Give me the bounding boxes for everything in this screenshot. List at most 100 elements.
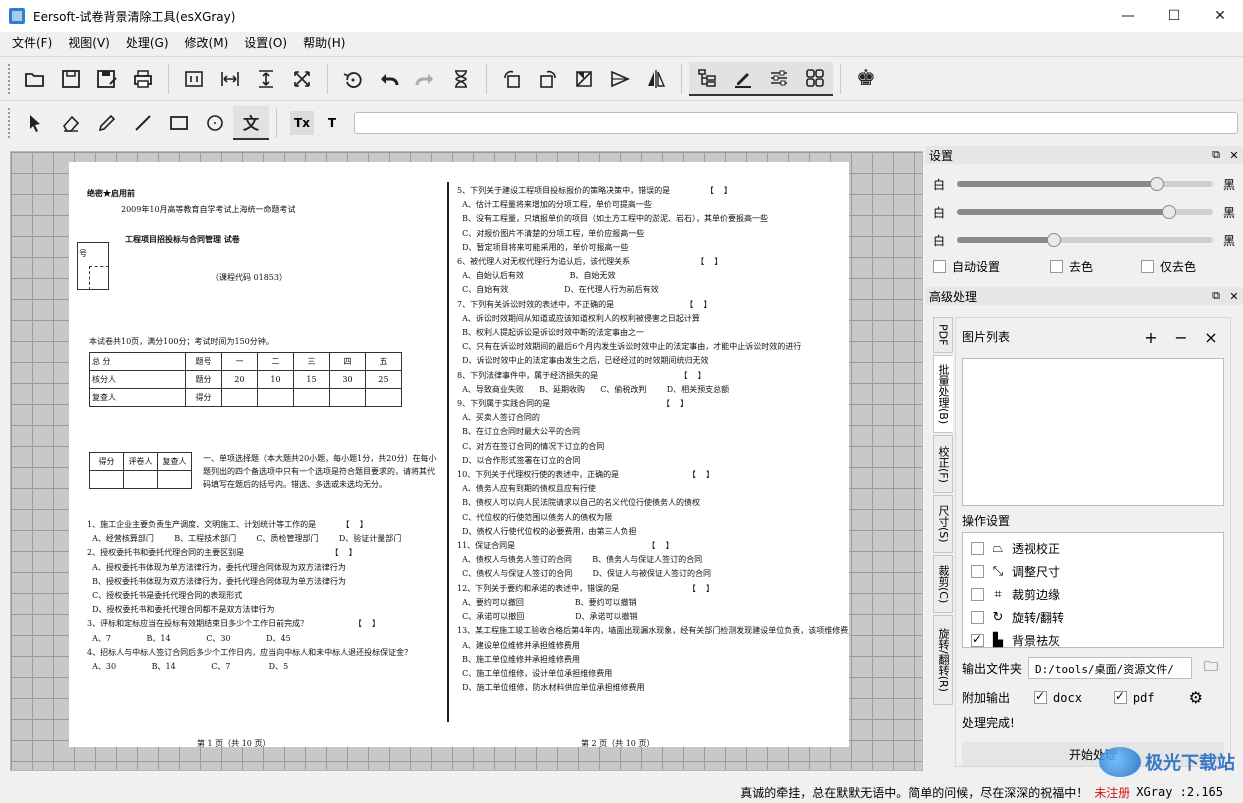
- watermark: 极光下载站: [1099, 747, 1235, 777]
- done-text: 处理完成!: [962, 716, 1015, 730]
- score-table: 总 分 题号 一 二 三 四 五 核分人 题分 20 10 15 30 25 复…: [89, 352, 402, 407]
- close-button[interactable]: ✕: [1197, 0, 1243, 32]
- op-crop[interactable]: ⌗ 裁剪边缘: [963, 583, 1223, 606]
- paper-heading: 2009年10月高等教育自学考试上海统一命题考试: [121, 205, 296, 214]
- slider-left-label: 白: [933, 233, 946, 248]
- remove-image-button[interactable]: −: [1166, 326, 1196, 348]
- float-icon[interactable]: ⧉: [1207, 148, 1225, 162]
- eraser-icon[interactable]: [53, 106, 89, 140]
- fit-width-icon[interactable]: [212, 62, 248, 96]
- rotate-icon[interactable]: [335, 62, 371, 96]
- extra-output-row: 附加输出 docx pdf ⚙: [962, 688, 1203, 707]
- op-perspective[interactable]: ⏢ 透视校正: [963, 537, 1223, 560]
- paper-secret-label: 绝密★启用前: [87, 188, 135, 198]
- print-icon[interactable]: [125, 62, 161, 96]
- undo-icon[interactable]: [371, 62, 407, 96]
- rotate-right-icon[interactable]: [530, 62, 566, 96]
- save-icon[interactable]: [53, 62, 89, 96]
- text-style-button[interactable]: Tx: [290, 110, 314, 135]
- image-canvas[interactable]: 绝密★启用前 2009年10月高等教育自学考试上海统一命题考试 工程项目招投标与…: [10, 151, 923, 771]
- docx-checkbox[interactable]: docx: [1034, 689, 1082, 705]
- op-background-gray[interactable]: ▙ 背景祛灰: [963, 629, 1223, 652]
- menu-view[interactable]: 视图(V): [60, 32, 118, 54]
- threshold-slider-3: 白 黑: [925, 226, 1243, 254]
- flip-vertical-icon[interactable]: [602, 62, 638, 96]
- register-status[interactable]: 未注册: [1094, 784, 1130, 801]
- grid-icon[interactable]: [797, 61, 833, 96]
- pdf-checkbox[interactable]: pdf: [1113, 689, 1155, 705]
- select-icon[interactable]: [17, 106, 53, 140]
- tab-pdf[interactable]: PDF: [933, 317, 953, 353]
- folder-icon[interactable]: 🗀: [1204, 656, 1218, 680]
- score-cell: [221, 388, 258, 407]
- tab-correct[interactable]: 校正(F): [933, 435, 953, 493]
- score-cell: 题号: [185, 352, 222, 371]
- tree-icon[interactable]: [689, 61, 725, 96]
- toolbar-grip[interactable]: [8, 107, 11, 138]
- open-icon[interactable]: [17, 62, 53, 96]
- slider-knob[interactable]: [1047, 233, 1062, 247]
- settings-title: 设置: [929, 148, 954, 163]
- redo-icon[interactable]: [407, 62, 443, 96]
- add-image-button[interactable]: +: [1136, 326, 1166, 348]
- tab-size[interactable]: 尺寸(S): [933, 495, 953, 553]
- tab-crop[interactable]: 裁剪(C): [933, 555, 953, 613]
- pencil-icon[interactable]: [89, 106, 125, 140]
- score-cell: 20: [221, 370, 258, 389]
- fit-page-icon[interactable]: [176, 62, 212, 96]
- score-cell: [329, 388, 366, 407]
- menu-help[interactable]: 帮助(H): [295, 32, 353, 54]
- menu-file[interactable]: 文件(F): [4, 32, 60, 54]
- maximize-button[interactable]: ☐: [1151, 0, 1197, 32]
- text-icon[interactable]: 文: [233, 105, 269, 140]
- deskew-icon[interactable]: [566, 62, 602, 96]
- pen-tool-icon[interactable]: [725, 61, 761, 96]
- image-list[interactable]: [962, 358, 1224, 506]
- toolbar-separator: [327, 63, 328, 94]
- hourglass-icon[interactable]: [443, 62, 479, 96]
- slider-track[interactable]: [957, 177, 1213, 191]
- slider-knob[interactable]: [1162, 205, 1177, 219]
- column-divider: [447, 182, 449, 722]
- toolbar-separator: [168, 63, 169, 94]
- line-icon[interactable]: [125, 106, 161, 140]
- text-format-button[interactable]: T: [320, 111, 344, 135]
- minimize-button[interactable]: —: [1105, 0, 1151, 32]
- toolbar-separator: [276, 107, 277, 138]
- score-cell: 15: [293, 370, 330, 389]
- save-as-icon[interactable]: [89, 62, 125, 96]
- toolbar-grip[interactable]: [8, 63, 11, 94]
- app-icon: [9, 8, 25, 24]
- op-resize[interactable]: ⤡ 调整尺寸: [963, 560, 1223, 583]
- output-folder-input[interactable]: D:/tools/桌面/资源文件/: [1028, 657, 1193, 679]
- op-rotate[interactable]: ↻ 旋转/翻转: [963, 606, 1223, 629]
- flip-horizontal-icon[interactable]: [638, 62, 674, 96]
- settings-options: 自动设置 去色 仅去色: [925, 254, 1243, 278]
- float-icon[interactable]: ⧉: [1207, 289, 1225, 303]
- slider-knob[interactable]: [1149, 177, 1164, 191]
- decolor-only-checkbox[interactable]: 仅去色: [1141, 258, 1196, 275]
- left-questions: 1、施工企业主要负责生产调度、文明施工、计划统计等工作的是 【 】 A、经营核算…: [87, 520, 413, 672]
- fit-height-icon[interactable]: [248, 62, 284, 96]
- chess-king-icon[interactable]: ♚: [848, 62, 884, 96]
- tab-rotate-flip[interactable]: 旋转/翻转(R): [933, 615, 953, 705]
- menu-process[interactable]: 处理(G): [118, 32, 177, 54]
- decolor-checkbox[interactable]: 去色: [1050, 258, 1093, 275]
- circle-icon[interactable]: [197, 106, 233, 140]
- score-cell: [257, 388, 294, 407]
- menu-modify[interactable]: 修改(M): [177, 32, 237, 54]
- tab-batch[interactable]: 批量处理(B): [933, 355, 953, 433]
- clear-list-button[interactable]: ×: [1196, 326, 1226, 348]
- gear-icon[interactable]: ⚙: [1189, 688, 1203, 707]
- sliders-icon[interactable]: [761, 61, 797, 96]
- rotate-left-icon[interactable]: [494, 62, 530, 96]
- text-input[interactable]: [354, 111, 1238, 134]
- fullscreen-icon[interactable]: [284, 62, 320, 96]
- close-icon[interactable]: ✕: [1225, 290, 1243, 303]
- slider-track[interactable]: [957, 205, 1213, 219]
- slider-track[interactable]: [957, 233, 1213, 247]
- rectangle-icon[interactable]: [161, 106, 197, 140]
- menu-settings[interactable]: 设置(O): [236, 32, 295, 54]
- auto-setting-checkbox[interactable]: 自动设置: [933, 258, 1000, 275]
- close-icon[interactable]: ✕: [1225, 149, 1243, 162]
